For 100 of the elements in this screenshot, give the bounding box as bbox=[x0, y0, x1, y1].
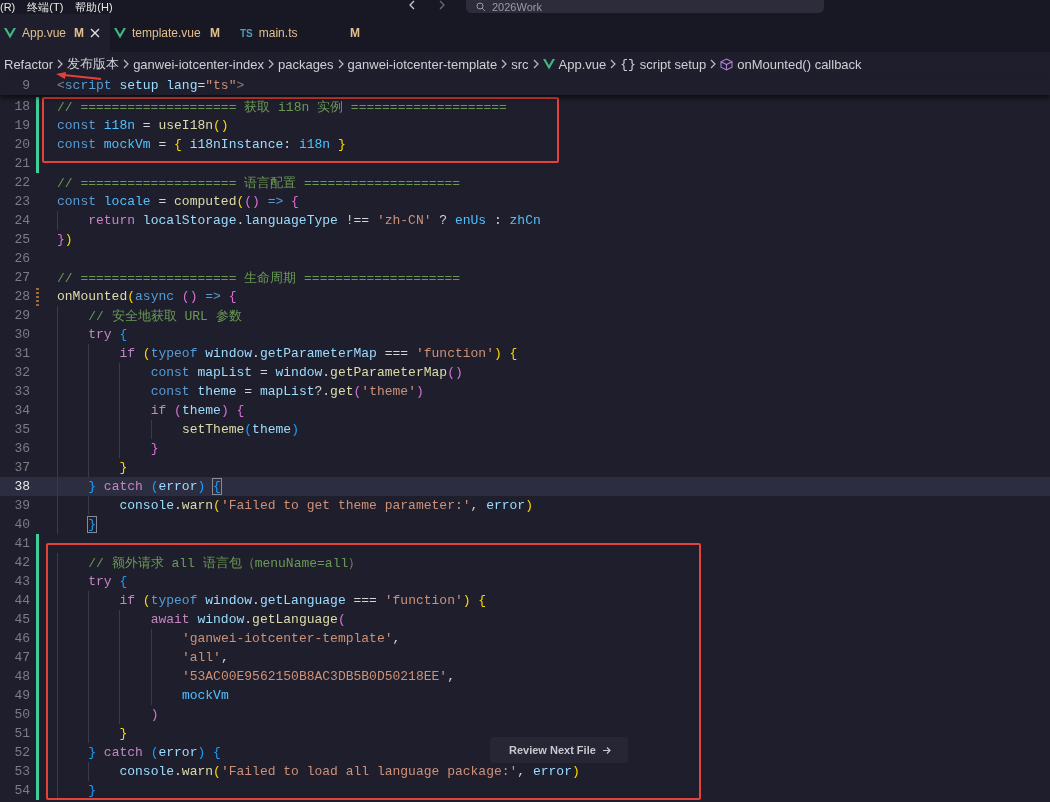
vue-icon bbox=[542, 58, 555, 70]
line-number: 51 bbox=[13, 726, 30, 741]
chevron-icon bbox=[532, 59, 539, 69]
line-number: 24 bbox=[13, 213, 30, 228]
line-number: 43 bbox=[13, 574, 30, 589]
code-line: 'all', bbox=[57, 648, 229, 667]
line-number: 25 bbox=[13, 232, 30, 247]
line-number: 47 bbox=[13, 650, 30, 665]
line-number: 41 bbox=[13, 536, 30, 551]
chevron-icon bbox=[123, 59, 130, 69]
cube-icon bbox=[720, 57, 734, 71]
code-line: if (typeof window.getParameterMap === 'function') { bbox=[57, 344, 518, 363]
code-line: // 安全地获取 URL 参数 bbox=[57, 306, 242, 325]
breadcrumb-item[interactable]: 发布版本 bbox=[67, 55, 120, 73]
line-number: 40 bbox=[13, 517, 30, 532]
vue-icon bbox=[114, 27, 126, 39]
code-line: if (typeof window.getLanguage === 'function') { bbox=[57, 591, 487, 610]
line-number: 30 bbox=[13, 327, 30, 342]
line-number: 48 bbox=[13, 669, 30, 684]
line-number: 49 bbox=[13, 688, 30, 703]
line-number: 35 bbox=[13, 422, 30, 437]
line-number: 37 bbox=[13, 460, 30, 475]
line-number: 31 bbox=[13, 346, 30, 361]
code-line: setTheme(theme) bbox=[57, 420, 299, 439]
editor-tab[interactable]: TS main.ts M bbox=[230, 14, 370, 52]
breadcrumb-item[interactable]: packages bbox=[277, 56, 334, 72]
code-line: const mockVm = { i18nInstance: i18n } bbox=[57, 136, 346, 154]
line-number: 38 bbox=[13, 479, 30, 494]
menu-item[interactable]: 终端(T) bbox=[27, 1, 64, 14]
line-number: 19 bbox=[13, 118, 30, 133]
vue-icon bbox=[4, 27, 16, 39]
code-line: // ==================== 生命周期 ==================== bbox=[57, 269, 461, 287]
menu-item[interactable]: (R) bbox=[0, 1, 16, 14]
breadcrumb-item[interactable]: Refactor bbox=[4, 56, 54, 72]
code-line: const mapList = window.getParameterMap() bbox=[57, 363, 463, 382]
menu-item[interactable]: 帮助(H) bbox=[75, 1, 113, 14]
code-line: const locale = computed(() => { bbox=[57, 193, 299, 211]
breadcrumb-item[interactable]: App.vue bbox=[542, 56, 607, 72]
line-number: 20 bbox=[13, 137, 30, 152]
code-line: } catch (error) { bbox=[57, 477, 221, 496]
chevron-icon bbox=[501, 59, 508, 69]
line-number: 42 bbox=[13, 555, 30, 570]
line-number: 53 bbox=[13, 764, 30, 779]
code-line: <script setup lang="ts"> bbox=[57, 77, 245, 95]
line-number: 44 bbox=[13, 593, 30, 608]
code-line: try { bbox=[57, 325, 128, 344]
breadcrumb-item[interactable]: ganwei-iotcenter-template bbox=[347, 56, 498, 72]
chevron-icon bbox=[57, 59, 64, 69]
code-line: } bbox=[57, 439, 159, 458]
line-number: 34 bbox=[13, 403, 30, 418]
close-icon[interactable] bbox=[90, 28, 100, 38]
chevron-icon bbox=[337, 59, 344, 69]
code-line: onMounted(async () => { bbox=[57, 288, 237, 306]
code-line: const i18n = useI18n() bbox=[57, 117, 229, 135]
line-number: 29 bbox=[13, 308, 30, 323]
chevron-icon bbox=[710, 59, 717, 69]
line-number: 45 bbox=[13, 612, 30, 627]
annotation-arrow bbox=[56, 72, 102, 80]
code-line: // ==================== 获取 i18n 实例 ==================== bbox=[57, 98, 507, 116]
line-number: 39 bbox=[13, 498, 30, 513]
line-number: 18 bbox=[13, 99, 30, 114]
line-number: 36 bbox=[13, 441, 30, 456]
line-number: 23 bbox=[13, 194, 30, 209]
line-number: 46 bbox=[13, 631, 30, 646]
line-number: 9 bbox=[21, 78, 30, 93]
chevron-icon bbox=[610, 59, 617, 69]
code-line: } bbox=[57, 458, 128, 477]
code-line: } catch (error) { bbox=[57, 743, 221, 762]
line-number: 50 bbox=[13, 707, 30, 722]
arrow-right-icon bbox=[601, 745, 612, 755]
line-number: 52 bbox=[13, 745, 30, 760]
breadcrumb-item[interactable]: onMounted() callback bbox=[720, 56, 862, 72]
code-line: '53AC00E9562150B8AC3DB5B0D50218EE', bbox=[57, 667, 455, 686]
code-line: ) bbox=[57, 705, 159, 724]
chevron-icon bbox=[267, 59, 274, 69]
line-number: 33 bbox=[13, 384, 30, 399]
code-line: // ==================== 语言配置 ==================== bbox=[57, 174, 461, 192]
code-line: await window.getLanguage( bbox=[57, 610, 346, 629]
code-line: } bbox=[57, 724, 128, 743]
code-line: } bbox=[57, 515, 97, 534]
code-line: console.warn('Failed to load all language package:', error) bbox=[57, 762, 580, 781]
search-field[interactable]: 2026Work bbox=[466, 0, 824, 13]
breadcrumb-item[interactable]: src bbox=[511, 56, 529, 72]
code-line: const theme = mapList?.get('theme') bbox=[57, 382, 424, 401]
code-line: mockVm bbox=[57, 686, 229, 705]
breadcrumb-item[interactable]: ganwei-iotcenter-index bbox=[133, 56, 264, 72]
breadcrumb-item[interactable]: {} script setup bbox=[620, 56, 707, 72]
code-line: // 额外请求 all 语言包（menuName=all） bbox=[57, 553, 362, 572]
line-number: 54 bbox=[13, 783, 30, 798]
code-line: } bbox=[57, 781, 97, 800]
editor-tab[interactable]: template.vue M bbox=[110, 14, 230, 52]
line-number: 21 bbox=[13, 156, 30, 171]
line-number: 27 bbox=[13, 270, 30, 285]
line-number: 32 bbox=[13, 365, 30, 380]
code-line: try { bbox=[57, 572, 128, 591]
line-number: 26 bbox=[13, 251, 30, 266]
search-icon bbox=[476, 1, 486, 12]
editor-tab[interactable]: App.vue M bbox=[0, 14, 110, 52]
line-number: 28 bbox=[13, 289, 30, 304]
review-next-file-button[interactable]: Review Next File bbox=[490, 737, 628, 763]
